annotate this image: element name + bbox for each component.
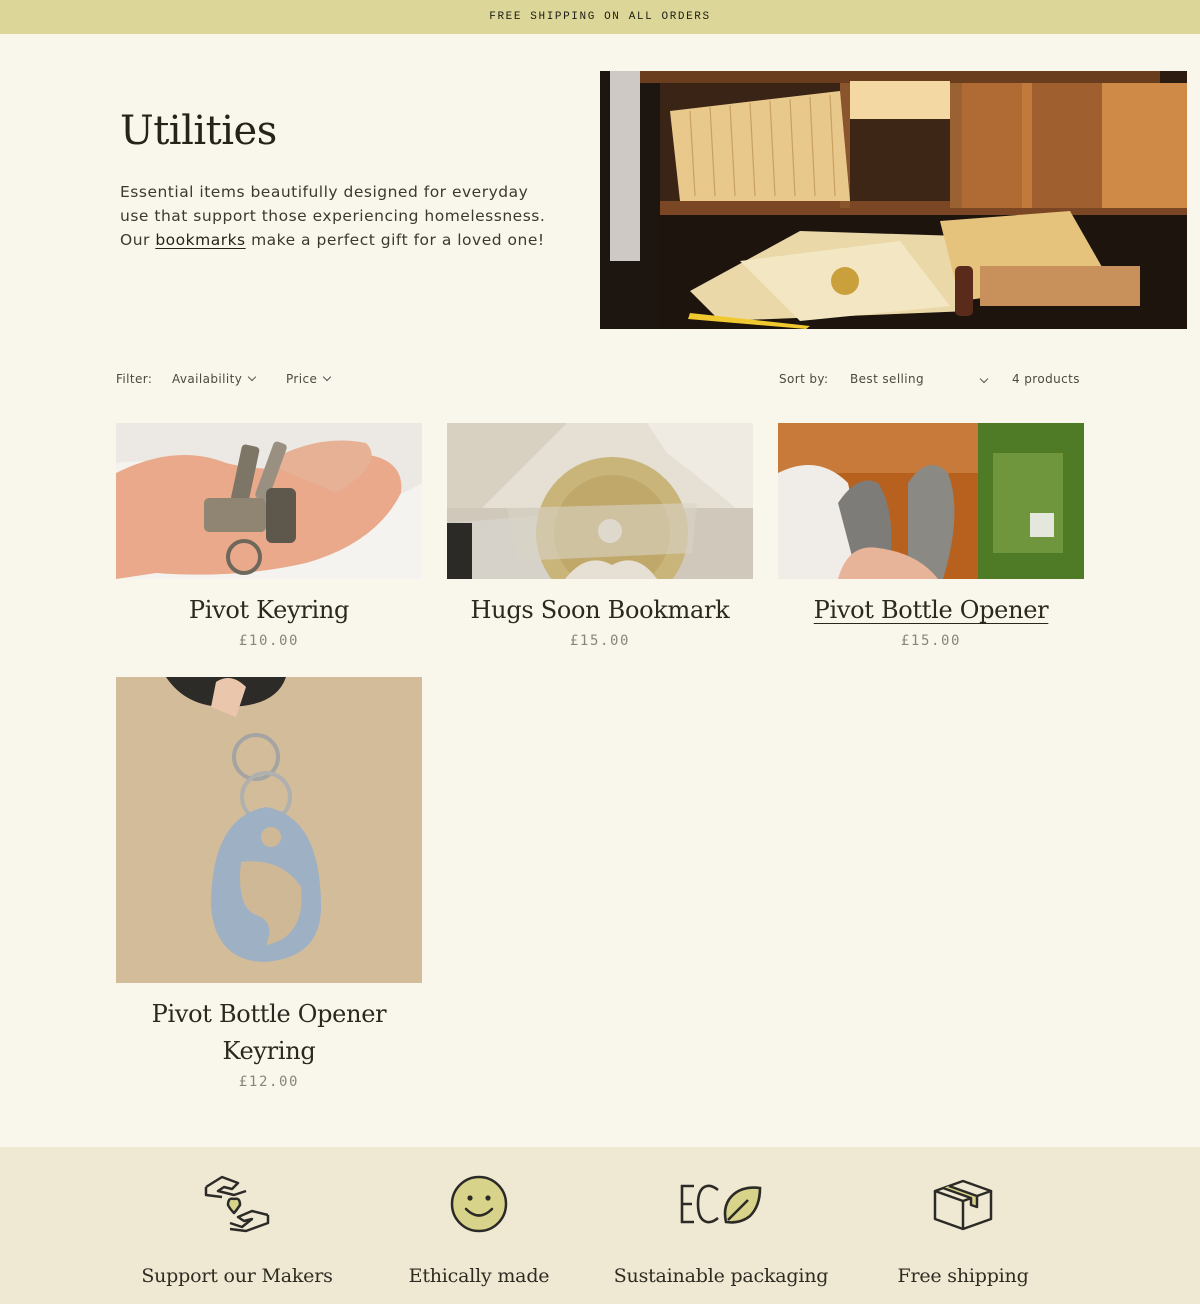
price-filter[interactable]: Price [286, 372, 332, 386]
feature-label: Free shipping [897, 1265, 1029, 1287]
product-title[interactable]: Pivot Bottle Opener [778, 592, 1084, 629]
feature-label: Sustainable packaging [613, 1265, 829, 1287]
feature-free-shipping: Free shipping [843, 1171, 1083, 1287]
sort-label: Sort by: [779, 372, 829, 386]
sort-select-value: Best selling [850, 372, 925, 386]
product-title[interactable]: Pivot Bottle Opener Keyring [116, 996, 422, 1070]
product-price: £15.00 [569, 633, 631, 649]
feature-label: Support our Makers [141, 1265, 333, 1287]
product-count: 4 products [1012, 372, 1080, 386]
features-strip: Support our Makers Ethically made Sustai… [0, 1147, 1200, 1304]
availability-filter[interactable]: Availability [172, 372, 257, 386]
bookmarks-link[interactable]: bookmarks [155, 231, 245, 249]
package-box-icon [843, 1171, 1083, 1237]
description-text-end: make a perfect gift for a loved one! [245, 231, 545, 249]
product-card[interactable]: Hugs Soon Bookmark £15.00 [447, 423, 753, 649]
feature-sustainable-packaging: Sustainable packaging [601, 1171, 841, 1287]
product-image[interactable] [447, 423, 753, 579]
product-card[interactable]: Pivot Bottle Opener £15.00 [778, 423, 1084, 649]
hands-heart-icon [117, 1171, 357, 1237]
sort-select[interactable]: Best selling [850, 372, 989, 386]
product-card[interactable]: Pivot Bottle Opener Keyring £12.00 [116, 677, 422, 1090]
chevron-down-icon [247, 372, 257, 382]
collection-hero-image [600, 71, 1187, 329]
feature-label: Ethically made [408, 1265, 550, 1287]
product-price: £12.00 [238, 1074, 300, 1090]
chevron-down-icon [979, 374, 989, 384]
availability-filter-label: Availability [172, 372, 243, 386]
chevron-down-icon [323, 372, 332, 382]
feature-support-makers: Support our Makers [117, 1171, 357, 1287]
product-price: £10.00 [238, 633, 300, 649]
feature-ethically-made: Ethically made [359, 1171, 599, 1287]
price-filter-label: Price [286, 372, 318, 386]
page-title: Utilities [120, 108, 277, 154]
eco-leaf-icon [601, 1171, 841, 1237]
product-image[interactable] [778, 423, 1084, 579]
product-title[interactable]: Hugs Soon Bookmark [447, 592, 753, 629]
announcement-bar: FREE SHIPPING ON ALL ORDERS [0, 0, 1200, 34]
product-image[interactable] [116, 423, 422, 579]
product-card[interactable]: Pivot Keyring £10.00 [116, 423, 422, 649]
smiley-icon [359, 1171, 599, 1237]
filter-bar: Filter: Availability Price Sort by: Best… [116, 368, 1084, 390]
product-price: £15.00 [900, 633, 962, 649]
product-title[interactable]: Pivot Keyring [116, 592, 422, 629]
collection-description: Essential items beautifully designed for… [120, 180, 560, 252]
announcement-text: FREE SHIPPING ON ALL ORDERS [489, 11, 711, 23]
product-image[interactable] [116, 677, 422, 983]
filter-label: Filter: [116, 372, 153, 386]
